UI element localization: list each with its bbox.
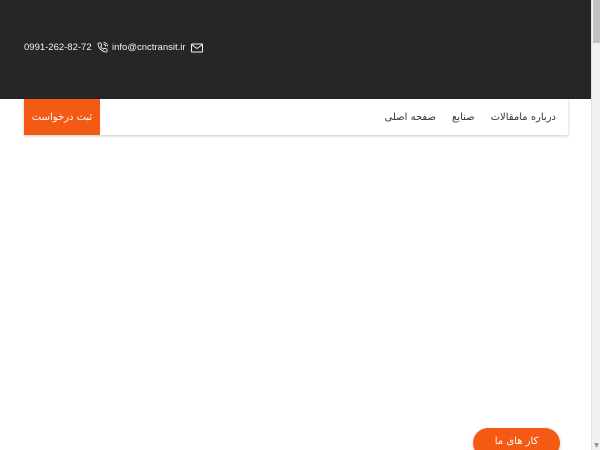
nav-item-home[interactable]: صفحه اصلی: [385, 112, 436, 123]
scrollbar-thumb[interactable]: [593, 0, 600, 43]
top-bar: 0991-262-82-72 info@cnctransit.ir: [0, 0, 591, 99]
phone-contact[interactable]: 0991-262-82-72: [24, 42, 108, 53]
our-works-button[interactable]: کار های ما: [473, 428, 560, 450]
nav-item-industries[interactable]: صنایع: [452, 112, 475, 123]
email-address[interactable]: info@cnctransit.ir: [112, 42, 186, 53]
phone-number[interactable]: 0991-262-82-72: [24, 42, 92, 53]
nav-item-about[interactable]: درباره ما: [519, 112, 556, 123]
submit-request-button[interactable]: ثبت درخواست: [24, 99, 100, 135]
email-contact[interactable]: info@cnctransit.ir: [112, 42, 203, 53]
our-works-label: کار های ما: [494, 435, 539, 447]
page: 0991-262-82-72 info@cnctransit.ir ثبت در…: [0, 0, 600, 450]
nav-item-articles[interactable]: مقالات: [491, 112, 520, 123]
phone-icon: [97, 42, 108, 53]
scroll-down-arrow-icon[interactable]: ▼: [592, 441, 600, 450]
vertical-scrollbar[interactable]: ▼: [591, 0, 600, 450]
nav-menu: صفحه اصلی صنایع مقالات درباره ما: [369, 99, 557, 135]
mail-icon: [190, 43, 203, 52]
main-navbar: ثبت درخواست صفحه اصلی صنایع مقالات دربار…: [24, 99, 568, 135]
